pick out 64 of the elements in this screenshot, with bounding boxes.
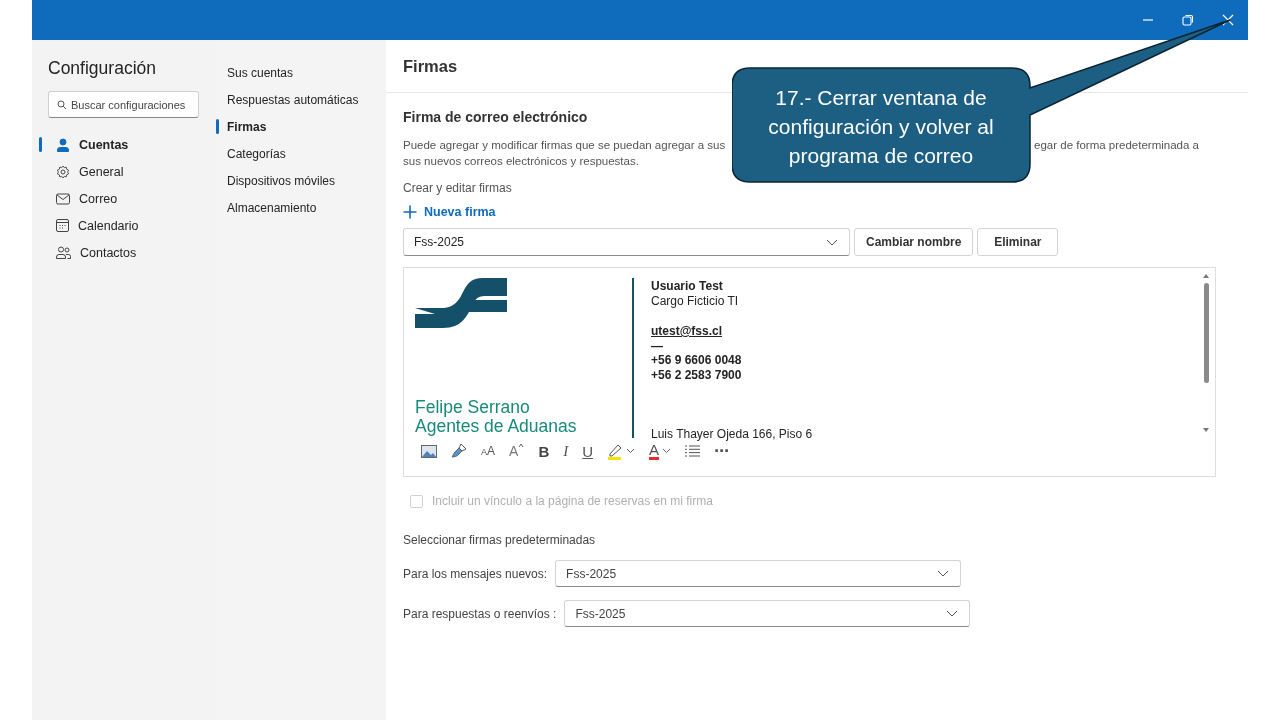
chevron-down-icon (662, 448, 672, 454)
nav-item[interactable]: Cuentas (39, 131, 216, 158)
gear-icon (56, 164, 70, 179)
section-title: Firma de correo electrónico (403, 109, 589, 125)
subnav-item[interactable]: Dispositivos móviles (216, 167, 386, 194)
grow-font-button[interactable]: A (509, 443, 525, 459)
separator-text: — (651, 339, 664, 353)
description-text: egar de forma predeterminada a (1034, 138, 1199, 153)
mail-icon (56, 192, 70, 205)
person-icon (56, 137, 70, 152)
callout-text: 17.- Cerrar ventana de configuración y volver al programa de correo (767, 85, 995, 169)
chevron-down-icon (826, 238, 838, 246)
highlight-button[interactable] (607, 442, 636, 460)
chevron-down-icon (626, 448, 636, 454)
image-icon[interactable] (421, 444, 437, 458)
subnav-item[interactable]: Respuestas automáticas (216, 86, 386, 113)
subnav-item[interactable]: Firmas (216, 113, 386, 140)
default-signature-dropdown[interactable]: Fss-2025 (555, 560, 962, 587)
list-icon[interactable] (685, 445, 701, 457)
chevron-down-icon (946, 610, 959, 617)
description-text: sus nuevos correos electrónicos y respuestas. (403, 154, 639, 169)
field-label: Para respuestas o reenvíos : (403, 606, 557, 621)
chevron-down-icon (937, 570, 950, 577)
caret-up-icon (518, 443, 525, 448)
calendar-icon (56, 219, 69, 232)
company-name: Agentes de Aduanas (415, 417, 578, 436)
field-label: Para los mensajes nuevos: (403, 566, 548, 581)
font-size-button[interactable]: AA (481, 444, 496, 458)
address-text: Luis Thayer Ojeda 166, Piso 6 (651, 427, 813, 442)
bold-button[interactable]: B (538, 442, 550, 460)
phone-number: +56 9 6606 0048 (651, 353, 743, 368)
page-title: Firmas (403, 56, 458, 76)
search-icon (57, 100, 67, 110)
subnav-item[interactable]: Sus cuentas (216, 59, 386, 86)
nav-item[interactable]: Calendario (39, 212, 216, 239)
nav-item[interactable]: General (39, 158, 216, 185)
signature-name: Usuario Test (651, 279, 724, 294)
action-button[interactable]: Eliminar (977, 228, 1059, 256)
nav-item[interactable]: Correo (39, 185, 216, 212)
people-icon (56, 246, 71, 259)
underline-button[interactable]: U (582, 442, 594, 460)
new-signature-button[interactable]: Nueva firma (403, 205, 496, 219)
subnav-item[interactable]: Categorías (216, 140, 386, 167)
settings-title: Configuración (48, 58, 157, 79)
subnav-item[interactable]: Almacenamiento (216, 194, 386, 221)
plus-icon (403, 205, 417, 219)
more-button[interactable]: ⋯ (714, 442, 730, 460)
phone-number: +56 2 2583 7900 (651, 368, 743, 383)
italic-button[interactable]: I (563, 442, 569, 460)
email-link[interactable]: utest@fss.cl (651, 324, 813, 339)
company-name: Felipe Serrano (415, 398, 531, 417)
font-color-button[interactable]: A (649, 442, 672, 460)
signature-dropdown[interactable]: Fss-2025 (403, 228, 850, 256)
create-label: Crear y editar firmas (403, 181, 513, 195)
signature-role: Cargo Ficticio TI (651, 294, 740, 309)
default-signature-dropdown[interactable]: Fss-2025 (564, 600, 971, 627)
signature-editor[interactable]: Felipe Serrano Agentes de Aduanas Usuario Test Cargo Ficticio TI utest@fss.cl — +56 9 6606 0048 +56 2 2583 7900 Luis Thayer Ojeda 166, Piso 6 AA A B I U A ⋯ (403, 267, 1216, 477)
paintbrush-icon[interactable] (451, 443, 467, 459)
search-field[interactable]: Buscar configuraciones (48, 91, 199, 118)
highlighter-icon (607, 442, 624, 460)
action-button[interactable]: Cambiar nombre (854, 228, 974, 256)
defaults-label: Seleccionar firmas predeterminadas (403, 533, 597, 547)
description-text: Puede agregar y modificar firmas que se puedan agregar a sus (403, 138, 726, 153)
nav-item[interactable]: Contactos (39, 239, 216, 266)
